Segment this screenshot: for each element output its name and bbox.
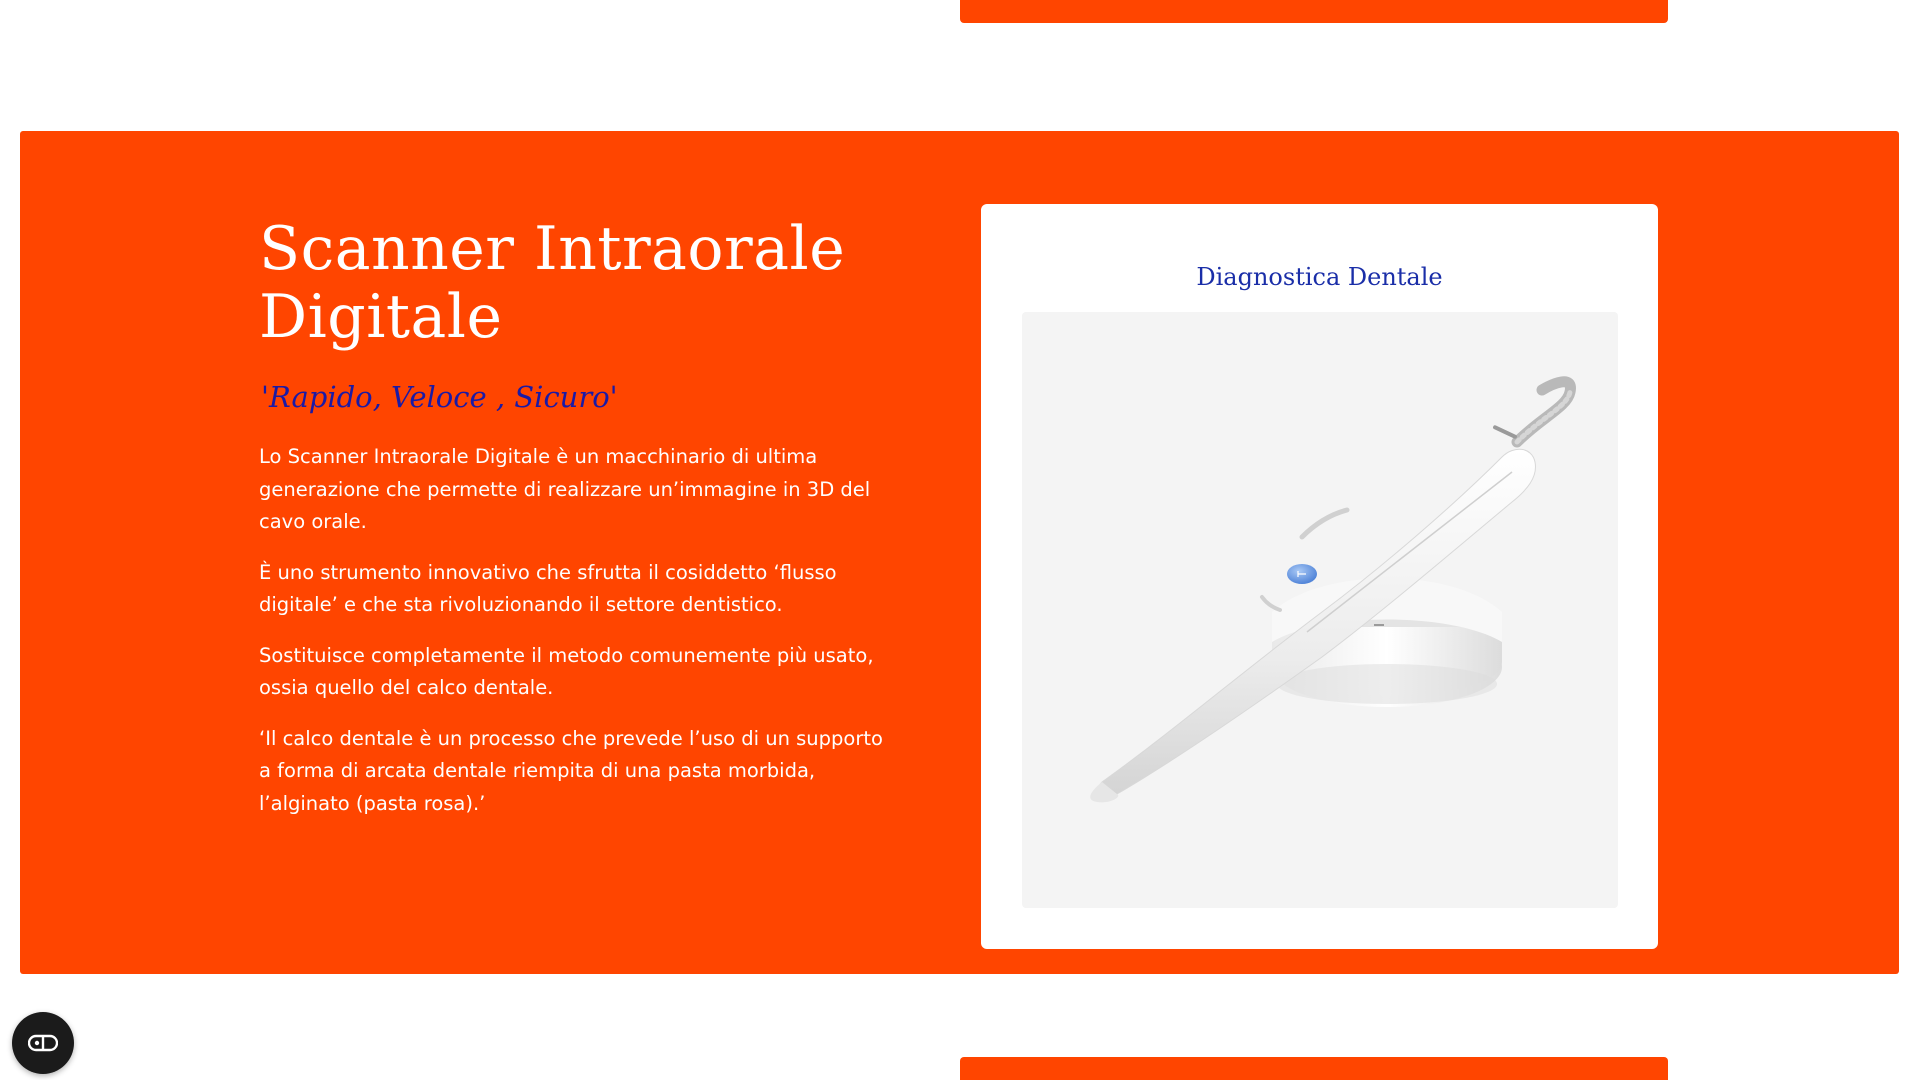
image-card: Diagnostica Dentale bbox=[981, 204, 1658, 949]
card-title: Diagnostica Dentale bbox=[1196, 263, 1443, 291]
top-orange-bar bbox=[960, 0, 1668, 23]
hero-paragraph: Lo Scanner Intraorale Digitale è un macc… bbox=[259, 445, 871, 533]
page: Scanner Intraorale Digitale 'Rapido, Vel… bbox=[0, 0, 1920, 1080]
bottom-orange-bar bbox=[960, 1057, 1668, 1080]
accessibility-toggle-button[interactable] bbox=[12, 1012, 74, 1074]
hero-text-column: Scanner Intraorale Digitale 'Rapido, Vel… bbox=[259, 215, 899, 820]
intraoral-scanner-illustration bbox=[1090, 376, 1576, 803]
hero-paragraph: Sostituisce completamente il metodo comu… bbox=[259, 643, 874, 700]
scanner-image bbox=[1022, 312, 1618, 908]
hero-section: Scanner Intraorale Digitale 'Rapido, Vel… bbox=[20, 131, 1899, 974]
accessibility-toggle-icon bbox=[28, 1034, 58, 1052]
hero-tagline: 'Rapido, Veloce , Sicuro' bbox=[261, 380, 618, 414]
hero-title: Scanner Intraorale Digitale bbox=[259, 214, 846, 352]
hero-paragraph: È uno strumento innovativo che sfrutta i… bbox=[259, 560, 837, 617]
hero-paragraph: ‘Il calco dentale è un processo che prev… bbox=[259, 726, 883, 815]
